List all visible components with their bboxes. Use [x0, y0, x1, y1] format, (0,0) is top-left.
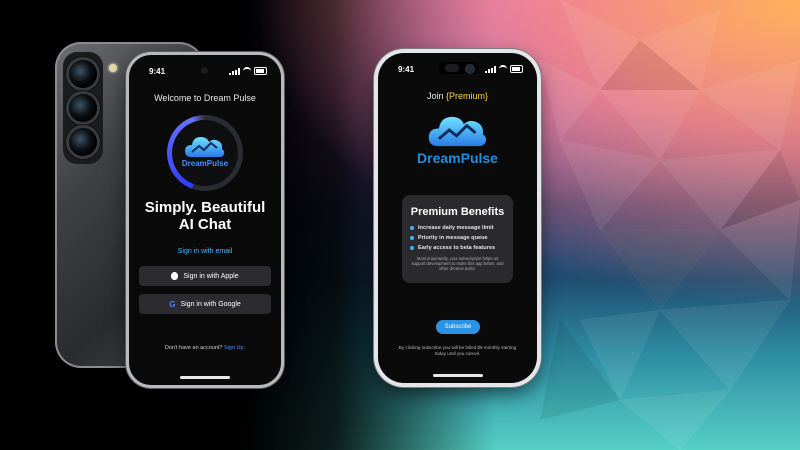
benefit-item: Early access to beta features — [410, 245, 495, 251]
brand-name: DreamPulse — [181, 159, 229, 168]
welcome-title: Welcome to Dream Pulse — [154, 93, 256, 103]
apple-button-label: Sign in with Apple — [183, 272, 239, 280]
subscribe-button[interactable]: Subscribe — [436, 320, 480, 334]
flash-icon — [109, 64, 117, 72]
camera-lens-icon — [69, 60, 97, 88]
phone-premium-screen: 9:41 Join {Premium} DreamPulse Premium B… — [378, 53, 537, 383]
google-button-label: Sign in with Google — [180, 300, 241, 308]
status-time: 9:41 — [398, 65, 415, 74]
status-time: 9:41 — [149, 67, 166, 76]
join-prefix: Join — [426, 91, 444, 101]
sign-in-google-button[interactable]: G Sign in with Google — [139, 294, 271, 314]
card-note: Most importantly, your subscription help… — [411, 256, 504, 271]
apple-icon — [171, 272, 179, 280]
phone-signin-screen: 9:41 Welcome to Dream Pulse DreamPulse S… — [129, 55, 281, 385]
benefit-item: Increase daily message limit — [410, 225, 494, 231]
sign-up-link[interactable]: Sign Up. — [224, 345, 245, 351]
billing-disclaimer: By clicking subscribe you will be billed… — [398, 345, 517, 356]
card-title: Premium Benefits — [410, 206, 505, 218]
join-title: Join {Premium} — [378, 91, 537, 101]
shield-bullet-icon — [410, 226, 414, 230]
sign-in-email-link[interactable]: Sign in with email — [129, 248, 281, 255]
battery-icon — [254, 67, 267, 75]
premium-benefits-card: Premium Benefits Increase daily message … — [402, 195, 513, 283]
signup-prompt: Don't have an account? Sign Up. — [129, 345, 281, 351]
camera-module — [63, 52, 103, 164]
sign-in-apple-button[interactable]: Sign in with Apple — [139, 266, 271, 286]
premium-highlight: {Premium} — [446, 91, 489, 101]
signal-icon — [229, 67, 240, 75]
headline-line-1: Simply. Beautiful — [144, 199, 266, 216]
wifi-icon — [499, 65, 507, 73]
home-indicator[interactable] — [180, 376, 230, 379]
benefit-item: Priority in message queue — [410, 235, 488, 241]
no-account-text: Don't have an account? — [164, 345, 223, 351]
google-icon: G — [169, 299, 176, 309]
cloud-logo-icon — [428, 116, 487, 147]
wifi-icon — [243, 67, 251, 75]
brand-name: DreamPulse — [417, 150, 498, 166]
shield-bullet-icon — [410, 246, 414, 250]
camera-lens-icon — [69, 94, 97, 122]
headline: Simply. Beautiful AI Chat — [129, 199, 281, 233]
home-indicator[interactable] — [432, 374, 483, 377]
cloud-logo-icon — [185, 137, 225, 157]
headline-line-2: AI Chat — [178, 216, 232, 233]
signal-icon — [485, 65, 496, 73]
shield-bullet-icon — [410, 236, 414, 240]
camera-lens-icon — [69, 128, 97, 156]
battery-icon — [510, 65, 523, 73]
status-bar: 9:41 — [129, 67, 281, 79]
status-bar: 9:41 — [378, 65, 537, 77]
